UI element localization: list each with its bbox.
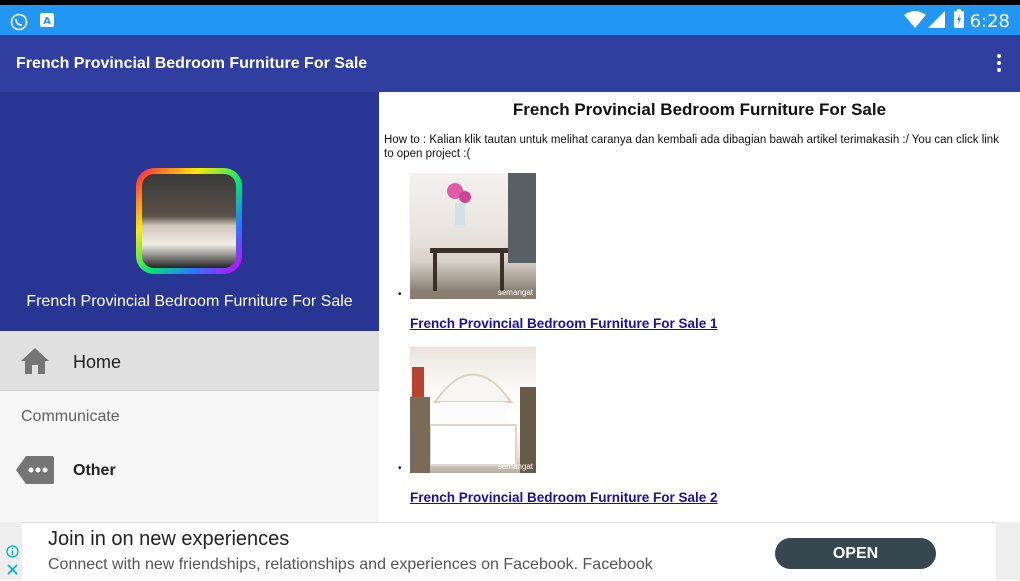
- ad-body: Connect with new friendships, relationsh…: [48, 556, 653, 573]
- content-webview: French Provincial Bedroom Furniture For …: [379, 92, 1020, 522]
- ad-gutter: [996, 522, 1020, 580]
- whatsapp-icon: [10, 13, 28, 36]
- drawer-item-label: Home: [73, 352, 122, 372]
- ad-open-button[interactable]: OPEN: [775, 538, 936, 569]
- drawer-item-other[interactable]: Other: [0, 450, 379, 490]
- a-notification-icon: A: [40, 13, 54, 32]
- image-watermark: semangat: [497, 462, 533, 471]
- battery-icon: [954, 9, 964, 33]
- signal-icon: [928, 11, 945, 33]
- item-link[interactable]: French Provincial Bedroom Furniture For …: [410, 316, 718, 331]
- section-header: Communicate: [21, 408, 120, 425]
- ad-headline: Join in on new experiences: [48, 528, 290, 550]
- ad-info-icon[interactable]: [6, 545, 19, 563]
- image-watermark: semangat: [497, 288, 533, 297]
- wifi-icon: [904, 11, 926, 34]
- app-title: French Provincial Bedroom Furniture For …: [16, 55, 368, 72]
- home-icon: [20, 347, 50, 380]
- drawer-header: French Provincial Bedroom Furniture For …: [0, 92, 379, 331]
- app-logo: [136, 168, 242, 274]
- ad-banner[interactable]: Join in on new experiences Connect with …: [6, 522, 996, 580]
- product-image[interactable]: semangat: [410, 347, 536, 473]
- product-image[interactable]: semangat: [410, 173, 536, 299]
- clock: 6:28: [969, 11, 1010, 32]
- drawer-item-home[interactable]: Home: [0, 331, 379, 391]
- svg-text:A: A: [43, 16, 51, 27]
- status-bar: A 6:28: [0, 0, 1020, 35]
- list-bullet: •: [398, 289, 402, 300]
- item-link[interactable]: French Provincial Bedroom Furniture For …: [410, 490, 718, 505]
- navigation-drawer: French Provincial Bedroom Furniture For …: [0, 92, 379, 522]
- more-tag-icon: [16, 456, 54, 489]
- overflow-menu-icon[interactable]: [994, 54, 1004, 76]
- page-title: French Provincial Bedroom Furniture For …: [512, 100, 887, 119]
- drawer-app-name: French Provincial Bedroom Furniture For …: [26, 293, 353, 310]
- list-bullet: •: [398, 463, 402, 474]
- howto-text: How to : Kalian klik tautan untuk meliha…: [384, 134, 999, 160]
- drawer-item-label: Other: [73, 462, 116, 479]
- app-bar: French Provincial Bedroom Furniture For …: [0, 35, 1020, 92]
- ad-close-icon[interactable]: [6, 563, 19, 581]
